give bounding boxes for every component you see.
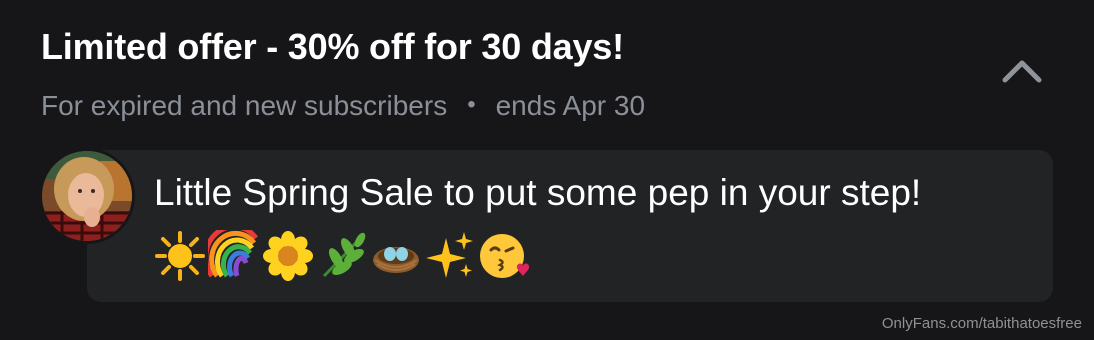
offer-end-date: ends Apr 30 bbox=[495, 90, 646, 121]
kissing-face-emoji-icon bbox=[480, 234, 530, 278]
sparkles-emoji-icon bbox=[426, 232, 473, 278]
sun-emoji-icon bbox=[155, 231, 205, 281]
emoji-row bbox=[154, 230, 530, 282]
separator-dot: • bbox=[467, 91, 476, 118]
offer-title: Limited offer - 30% off for 30 days! bbox=[41, 26, 624, 67]
offer-details: For expired and new subscribers • ends Apr… bbox=[41, 90, 645, 122]
rainbow-emoji-icon bbox=[208, 230, 259, 278]
offer-audience: For expired and new subscribers bbox=[41, 90, 448, 121]
herb-emoji-icon bbox=[322, 232, 366, 278]
message-text: Little Spring Sale to put some pep in yo… bbox=[154, 172, 922, 213]
blossom-emoji-icon bbox=[263, 231, 313, 281]
watermark: OnlyFans.com/tabithatoesfree bbox=[881, 315, 1082, 332]
collapse-button[interactable] bbox=[996, 50, 1048, 94]
nest-with-eggs-emoji-icon bbox=[373, 247, 419, 273]
chevron-up-icon bbox=[1002, 60, 1042, 83]
avatar[interactable] bbox=[39, 148, 135, 244]
